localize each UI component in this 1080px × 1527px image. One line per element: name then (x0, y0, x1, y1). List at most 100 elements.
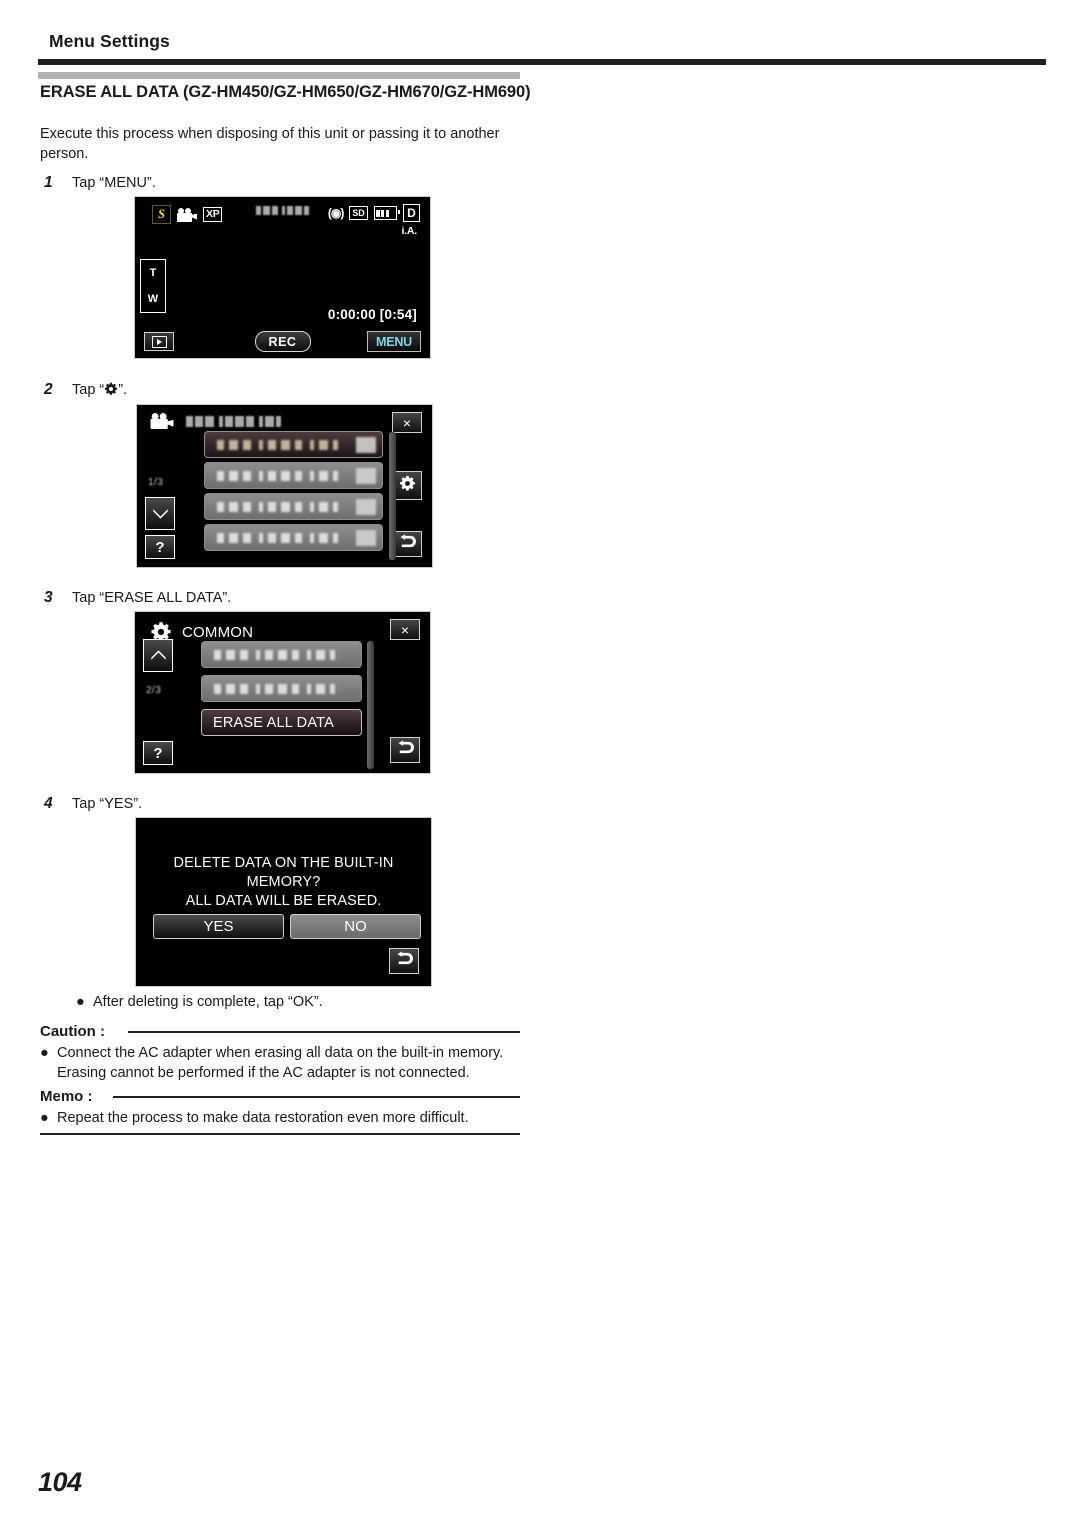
blurred-menu-title (186, 415, 281, 427)
scroll-up-button[interactable] (143, 639, 173, 672)
video-camera-icon (177, 207, 197, 222)
caution-item: ● Connect the AC adapter when erasing al… (40, 1044, 518, 1083)
screenshot-video-menu: × 1/3 ? (136, 404, 433, 568)
step-3-text: Tap “ERASE ALL DATA”. (72, 590, 232, 606)
timecode-display: 0:00:00 [0:54] (327, 307, 417, 322)
zoom-wide-label: W (147, 293, 159, 305)
rec-button[interactable]: REC (254, 331, 311, 352)
step-3-number: 3 (44, 589, 53, 606)
screenshot-delete-confirm: DELETE DATA ON THE BUILT-IN MEMORY? ALL … (135, 817, 432, 987)
status-icons-right: (◉) SD D (328, 204, 420, 222)
mode-badge-icon: S (152, 205, 171, 224)
menu-row[interactable] (204, 462, 383, 489)
back-arrow-icon (398, 534, 416, 554)
menu-row-label (217, 532, 338, 543)
quality-badge-icon: XP (203, 207, 223, 222)
step-2-text: Tap “ ”. (72, 381, 127, 400)
gear-icon (104, 382, 118, 396)
step-2-text-before: Tap “ (72, 382, 105, 398)
header-rule (38, 59, 1046, 65)
no-button[interactable]: NO (290, 914, 421, 939)
step-4-number: 4 (44, 795, 53, 812)
scrollbar[interactable] (367, 641, 374, 769)
close-button[interactable]: × (390, 619, 420, 640)
blurred-status-text (256, 206, 309, 215)
screenshot-record-standby: S XP (◉) SD D i.A. T W 0:00:00 [0:54] RE… (134, 196, 431, 359)
menu-title: COMMON (182, 623, 254, 641)
menu-row-label (217, 470, 338, 481)
image-stabilizer-icon: (◉) (327, 206, 345, 220)
playback-mode-button[interactable] (144, 332, 174, 351)
close-icon: × (400, 621, 410, 638)
bullet-icon: ● (76, 994, 85, 1010)
status-icons-left: S XP (152, 205, 223, 224)
intro-paragraph: Execute this process when disposing of t… (40, 126, 500, 162)
yes-button[interactable]: YES (153, 914, 284, 939)
back-arrow-icon (395, 951, 413, 971)
bullet-icon: ● (40, 1045, 49, 1061)
menu-row-thumbnail (356, 467, 376, 484)
video-camera-icon (150, 412, 174, 430)
step-1-text: Tap “MENU”. (72, 175, 156, 191)
caution-rule (128, 1031, 520, 1033)
step-1-number: 1 (44, 174, 53, 191)
memo-item-text: Repeat the process to make data restorat… (57, 1110, 469, 1126)
menu-row-label (217, 501, 338, 512)
play-icon (151, 335, 167, 348)
page-indicator: 2/3 (146, 685, 162, 696)
memo-rule (113, 1096, 520, 1098)
screenshot-common-menu: COMMON × 2/3 ? ERASE ALL DATA (134, 611, 431, 774)
back-button[interactable] (392, 531, 422, 557)
erase-all-data-button[interactable]: ERASE ALL DATA (201, 709, 362, 736)
section-gray-bar (38, 72, 520, 79)
d-mode-icon: D (403, 204, 420, 222)
menu-row[interactable] (204, 524, 383, 551)
back-button[interactable] (390, 737, 420, 763)
after-delete-note-text: After deleting is complete, tap “OK”. (93, 994, 323, 1010)
menu-header (150, 412, 281, 430)
dialog-message-line-2: MEMORY? (246, 874, 321, 890)
menu-row[interactable] (201, 675, 362, 702)
intelligent-auto-label: i.A. (401, 225, 417, 237)
sd-card-icon: SD (349, 206, 368, 220)
bullet-icon: ● (40, 1110, 49, 1126)
menu-row[interactable] (204, 493, 383, 520)
step-4-text: Tap “YES”. (72, 796, 143, 812)
battery-icon (373, 206, 399, 220)
dialog-message: DELETE DATA ON THE BUILT-IN MEMORY? ALL … (136, 854, 431, 911)
menu-row-label (214, 649, 335, 660)
scroll-down-button[interactable] (145, 497, 175, 530)
close-button[interactable]: × (392, 412, 422, 433)
menu-row-thumbnail (356, 498, 376, 515)
menu-row[interactable] (201, 641, 362, 668)
menu-button[interactable]: MENU (367, 331, 421, 352)
help-label: ? (153, 744, 163, 762)
running-head: Menu Settings (49, 31, 170, 51)
dialog-message-line-1: DELETE DATA ON THE BUILT-IN (173, 855, 394, 871)
caution-heading: Caution : (40, 1023, 105, 1040)
zoom-control[interactable]: T W (140, 259, 166, 313)
help-button[interactable]: ? (143, 741, 173, 765)
menu-row-thumbnail (356, 529, 376, 546)
memo-bottom-rule (40, 1133, 520, 1135)
memo-heading: Memo : (40, 1088, 93, 1105)
manual-page: Menu Settings ERASE ALL DATA (GZ-HM450/G… (0, 0, 1080, 1527)
memo-item: ● Repeat the process to make data restor… (40, 1109, 518, 1129)
common-settings-button[interactable] (393, 471, 422, 500)
menu-row-label (214, 683, 335, 694)
menu-row-thumbnail (356, 436, 376, 453)
caution-item-text: Connect the AC adapter when erasing all … (57, 1045, 504, 1081)
scrollbar[interactable] (389, 432, 396, 560)
back-button[interactable] (389, 948, 419, 974)
step-2-number: 2 (44, 381, 53, 398)
help-button[interactable]: ? (145, 535, 175, 559)
menu-row-label (217, 439, 338, 450)
back-arrow-icon (396, 740, 414, 760)
close-icon: × (402, 414, 412, 431)
dialog-message-line-3: ALL DATA WILL BE ERASED. (185, 893, 382, 909)
after-delete-note: ● After deleting is complete, tap “OK”. (76, 993, 526, 1013)
page-title: ERASE ALL DATA (GZ-HM450/GZ-HM650/GZ-HM6… (40, 83, 531, 101)
menu-row[interactable] (204, 431, 383, 458)
erase-all-data-label: ERASE ALL DATA (213, 714, 334, 731)
page-indicator: 1/3 (148, 477, 164, 488)
